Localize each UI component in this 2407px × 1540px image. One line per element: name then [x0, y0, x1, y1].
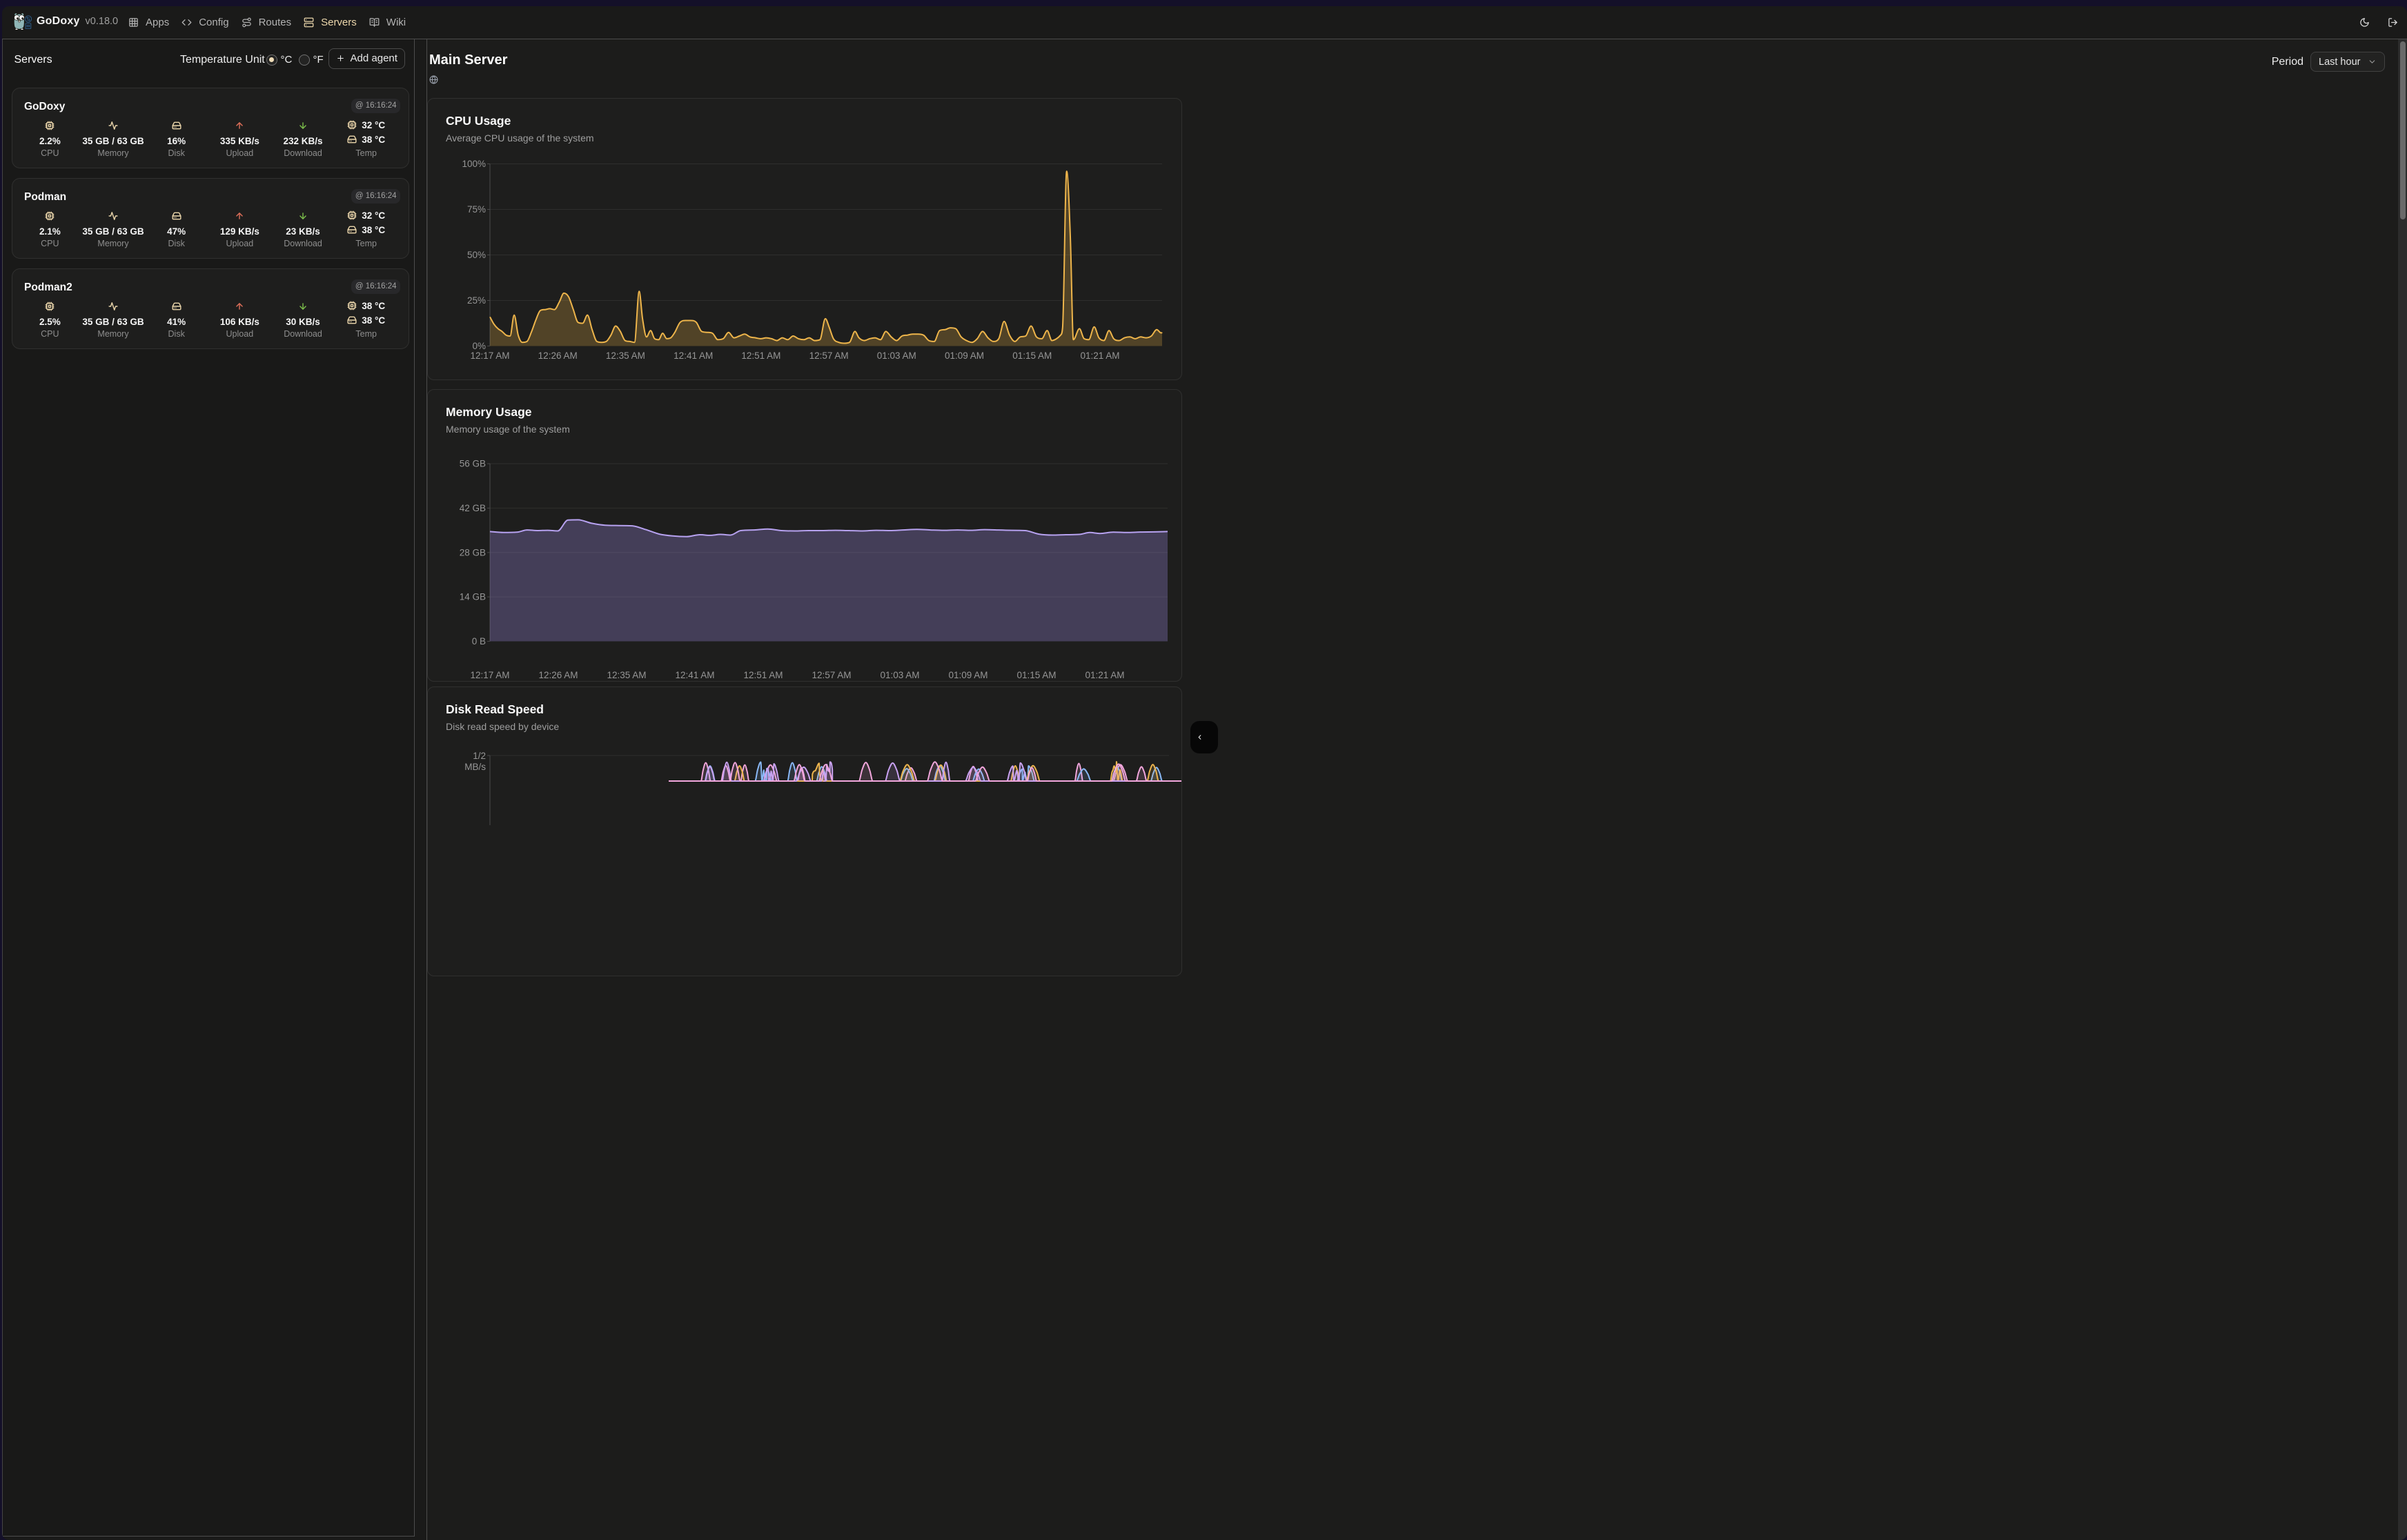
svg-text:25%: 25% [467, 295, 486, 306]
svg-text:01:03 AM: 01:03 AM [880, 670, 919, 680]
svg-text:12:51 AM: 12:51 AM [743, 670, 783, 680]
svg-text:01:21 AM: 01:21 AM [1085, 670, 1124, 680]
svg-text:01:09 AM: 01:09 AM [948, 670, 988, 680]
svg-text:0%: 0% [472, 341, 486, 351]
svg-text:12:57 AM: 12:57 AM [812, 670, 851, 680]
svg-text:50%: 50% [467, 250, 486, 260]
svg-text:56 GB: 56 GB [460, 458, 486, 468]
svg-text:12:35 AM: 12:35 AM [606, 351, 645, 361]
svg-text:1/2: 1/2 [473, 751, 486, 761]
svg-text:12:41 AM: 12:41 AM [674, 351, 713, 361]
svg-text:12:26 AM: 12:26 AM [538, 351, 578, 361]
svg-text:12:41 AM: 12:41 AM [675, 670, 714, 680]
svg-text:01:15 AM: 01:15 AM [1016, 670, 1056, 680]
svg-text:12:17 AM: 12:17 AM [470, 670, 509, 680]
svg-text:12:57 AM: 12:57 AM [809, 351, 849, 361]
svg-text:12:35 AM: 12:35 AM [607, 670, 646, 680]
svg-text:75%: 75% [467, 204, 486, 215]
svg-text:12:26 AM: 12:26 AM [538, 670, 578, 680]
svg-text:14 GB: 14 GB [460, 591, 486, 602]
svg-text:01:15 AM: 01:15 AM [1012, 351, 1052, 361]
svg-text:MB/s: MB/s [464, 762, 486, 772]
svg-text:12:17 AM: 12:17 AM [470, 351, 509, 361]
svg-text:01:03 AM: 01:03 AM [877, 351, 916, 361]
svg-text:12:51 AM: 12:51 AM [741, 351, 780, 361]
svg-text:28 GB: 28 GB [460, 547, 486, 557]
svg-text:100%: 100% [462, 159, 486, 169]
svg-text:0 B: 0 B [472, 636, 486, 646]
svg-text:01:09 AM: 01:09 AM [945, 351, 984, 361]
svg-text:42 GB: 42 GB [460, 502, 486, 513]
svg-text:01:21 AM: 01:21 AM [1080, 351, 1119, 361]
